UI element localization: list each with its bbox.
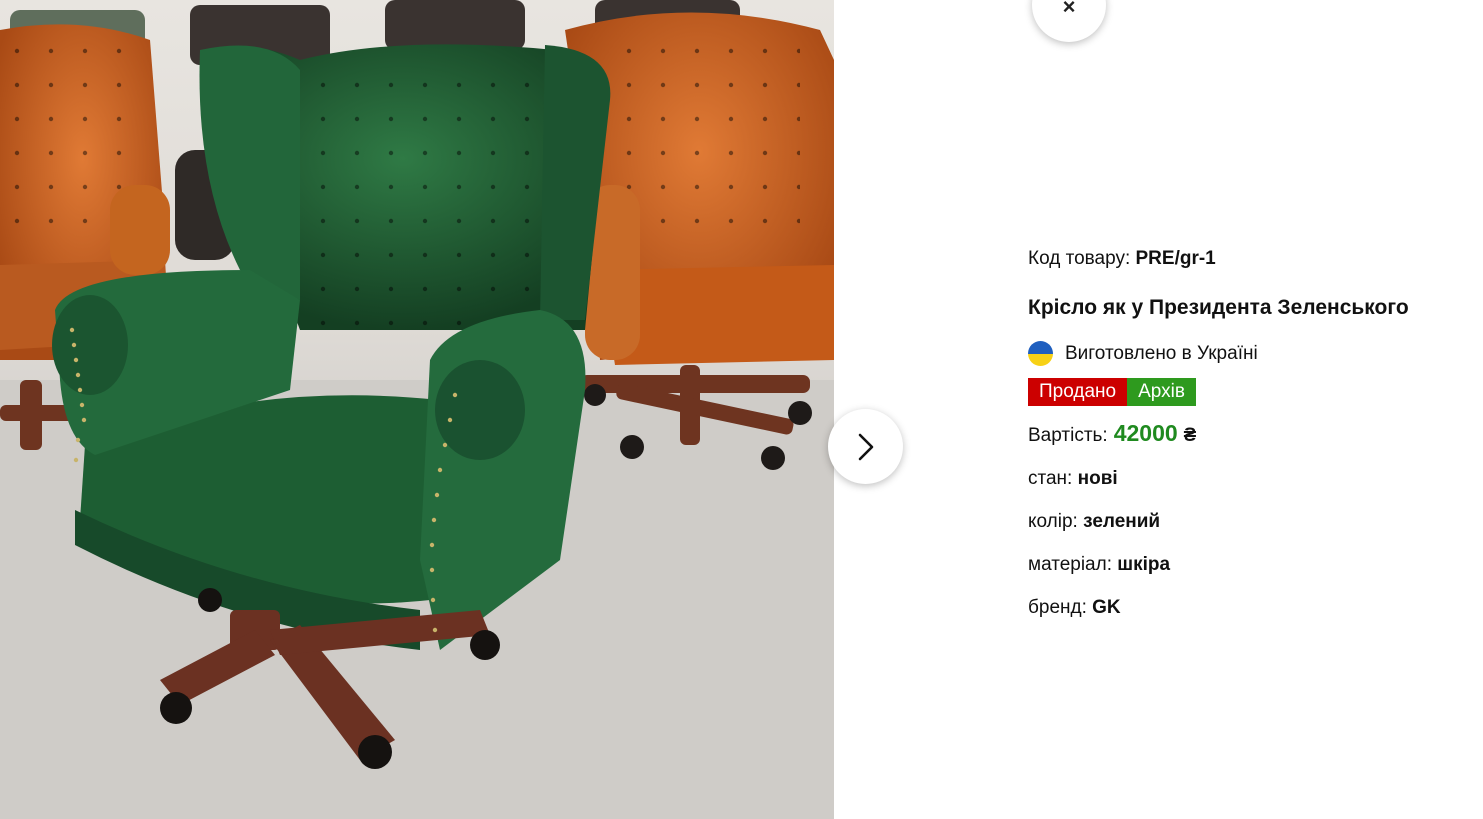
price-amount: 42000 <box>1113 420 1178 446</box>
sku-value: PRE/gr-1 <box>1135 248 1216 269</box>
archive-badge: Архів <box>1127 378 1196 406</box>
attr-value: шкіра <box>1117 554 1171 575</box>
status-badges: Продано Архів <box>1028 378 1468 406</box>
product-title: Крісло як у Президента Зеленського <box>1028 296 1409 319</box>
attr-value: зелений <box>1083 511 1161 532</box>
attr-condition: стан: нові <box>1028 467 1468 491</box>
close-icon: × <box>1062 0 1076 19</box>
sold-badge: Продано <box>1028 378 1128 406</box>
attr-value: GK <box>1092 597 1121 618</box>
product-photo <box>0 0 834 819</box>
product-details: Код товару: PRE/gr-1 Крісло як у Президе… <box>1028 247 1468 639</box>
sku-label: Код товару: <box>1028 248 1131 269</box>
product-price: Вартість: 42000 ₴ <box>1028 420 1468 447</box>
made-in-ukraine: Виготовлено в Україні <box>1028 341 1468 366</box>
attr-label: бренд: <box>1028 597 1087 618</box>
price-label: Вартість: <box>1028 425 1108 446</box>
chair-photo-illustration <box>0 0 834 819</box>
attr-value: нові <box>1077 468 1118 489</box>
product-sku: Код товару: PRE/gr-1 <box>1028 247 1468 271</box>
chevron-right-icon <box>858 433 873 460</box>
attr-brand: бренд: GK <box>1028 596 1468 620</box>
close-button[interactable]: × <box>1032 0 1106 42</box>
ukraine-flag-icon <box>1028 341 1053 366</box>
attr-material: матеріал: шкіра <box>1028 553 1468 577</box>
attr-label: колір: <box>1028 511 1078 532</box>
attr-label: матеріал: <box>1028 554 1112 575</box>
made-in-text: Виготовлено в Україні <box>1065 342 1258 364</box>
attr-color: колір: зелений <box>1028 510 1468 534</box>
currency-symbol: ₴ <box>1183 425 1197 446</box>
next-image-button[interactable] <box>828 409 903 484</box>
attr-label: стан: <box>1028 468 1073 489</box>
